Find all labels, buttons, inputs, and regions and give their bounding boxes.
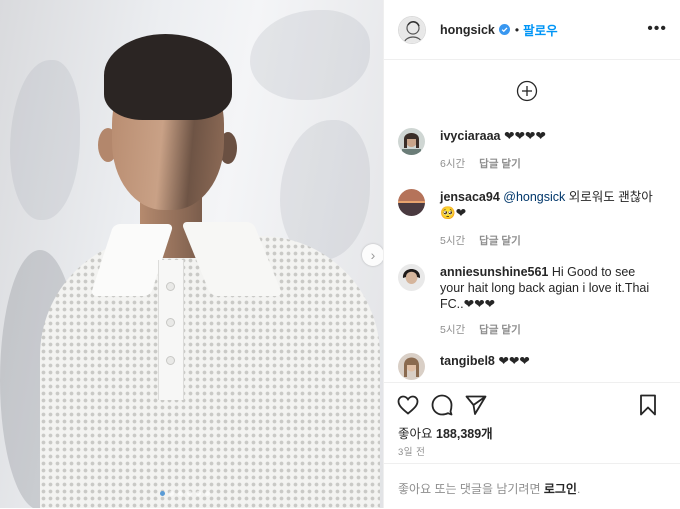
likes-count: 188,389개 (436, 427, 493, 441)
reply-button[interactable]: 답글 달기 (479, 233, 521, 248)
carousel-dot (178, 491, 183, 496)
login-suffix: . (576, 482, 581, 496)
add-comment-icon[interactable] (516, 80, 538, 102)
post-actions: 좋아요 188,389개 3일 전 좋아요 또는 댓글을 남기려면 로그인. (384, 382, 680, 502)
comment-body: tangibel8 ❤❤❤ (440, 353, 658, 369)
commenter-avatar[interactable] (398, 353, 425, 380)
carousel-dot (187, 491, 192, 496)
carousel-dot (205, 491, 210, 496)
shirt-button (166, 356, 175, 365)
reply-button[interactable]: 답글 달기 (479, 156, 521, 171)
reply-button[interactable]: 답글 달기 (479, 322, 521, 337)
author-avatar[interactable] (398, 15, 426, 44)
shirt-placket (158, 260, 184, 400)
comment-meta: 5시간 답글 달기 (440, 233, 521, 248)
likes-prefix: 좋아요 (398, 427, 433, 441)
comment-text: ❤❤❤ (498, 354, 530, 368)
carousel-dot (196, 491, 201, 496)
verified-badge-icon (498, 24, 510, 35)
login-prompt-bar: 좋아요 또는 댓글을 남기려면 로그인. (384, 463, 680, 509)
post-header: hongsick • 팔로우 ••• (384, 0, 680, 60)
post-side-panel: hongsick • 팔로우 ••• ivyciaraaa ❤❤❤❤ 6시간 답… (383, 0, 680, 508)
header-separator: • (514, 22, 520, 37)
comment-username[interactable]: anniesunshine561 (440, 265, 548, 279)
follow-button[interactable]: 팔로우 (523, 20, 558, 39)
leaf-shadow (280, 120, 370, 260)
comment-time[interactable]: 5시간 (440, 322, 465, 337)
comment-meta: 5시간 답글 달기 (440, 322, 521, 337)
carousel-dots (160, 491, 210, 496)
shirt-button (166, 282, 175, 291)
bookmark-icon[interactable] (636, 393, 660, 417)
carousel-dot (169, 491, 174, 496)
comment-body: ivyciaraaa ❤❤❤❤ (440, 128, 658, 144)
comment-mention[interactable]: @hongsick (503, 190, 565, 204)
comment-username[interactable]: tangibel8 (440, 354, 495, 368)
login-prompt-text: 좋아요 또는 댓글을 남기려면 (398, 482, 541, 496)
instagram-post: › hongsick • 팔로우 ••• ivyciaraaa ❤❤❤❤ 6시간… (0, 0, 680, 508)
comment-time[interactable]: 6시간 (440, 156, 465, 171)
comment-text: ❤❤❤❤ (503, 129, 546, 143)
comment-meta: 6시간 답글 달기 (440, 156, 521, 171)
post-date[interactable]: 3일 전 (398, 444, 425, 458)
comment-body: anniesunshine561 Hi Good to see your hai… (440, 264, 658, 312)
leaf-shadow (250, 10, 370, 100)
hair (104, 34, 232, 120)
leaf-shadow (10, 60, 80, 220)
share-icon[interactable] (464, 393, 488, 417)
commenter-avatar[interactable] (398, 128, 425, 155)
next-arrow-icon[interactable]: › (362, 244, 383, 266)
heart-icon[interactable] (396, 393, 420, 417)
comment-icon[interactable] (430, 393, 454, 417)
more-icon[interactable]: ••• (647, 21, 667, 37)
like-count[interactable]: 좋아요 188,389개 (398, 423, 493, 442)
comment-time[interactable]: 5시간 (440, 233, 465, 248)
comment-body: jensaca94 @hongsick 외로워도 괜찮아 🥺❤ (440, 189, 658, 221)
commenter-avatar[interactable] (398, 264, 425, 291)
comment-username[interactable]: ivyciaraaa (440, 129, 500, 143)
shirt-button (166, 318, 175, 327)
comment-username[interactable]: jensaca94 (440, 190, 500, 204)
author-username[interactable]: hongsick (440, 23, 495, 37)
post-photo[interactable]: › (0, 0, 383, 508)
carousel-dot (160, 491, 165, 496)
login-link[interactable]: 로그인 (544, 482, 577, 496)
commenter-avatar[interactable] (398, 189, 425, 216)
